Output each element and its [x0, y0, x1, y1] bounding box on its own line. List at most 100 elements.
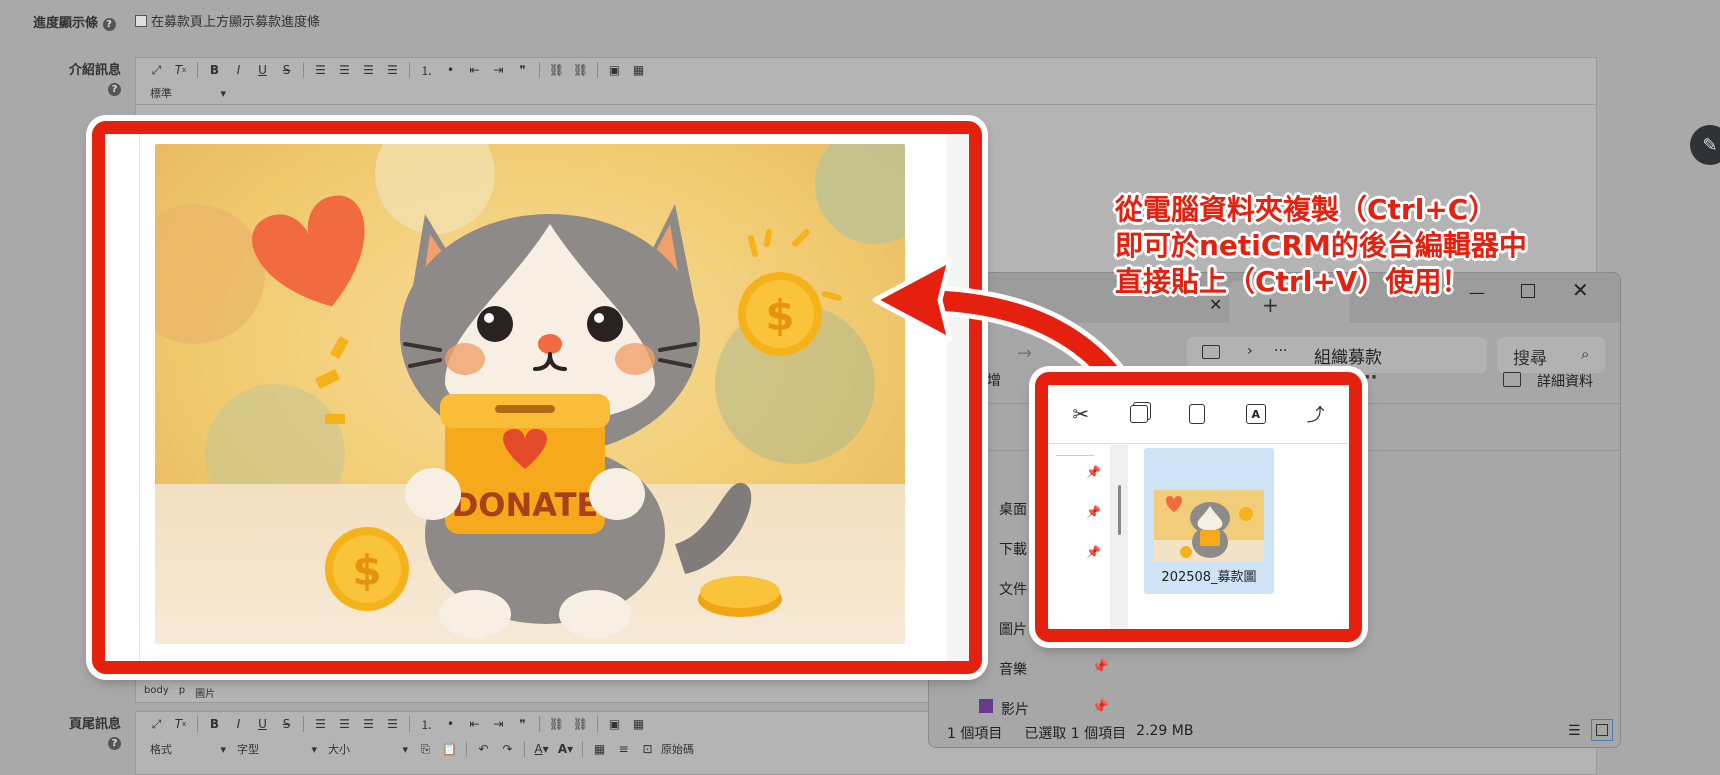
image-icon[interactable]: ▣ — [604, 714, 625, 734]
outdent-icon[interactable]: ⇤ — [464, 60, 485, 80]
align-left-icon[interactable]: ☰ — [310, 60, 331, 80]
magic-wand-icon[interactable]: ✎ — [1690, 125, 1720, 165]
indent-icon[interactable]: ⇥ — [488, 714, 509, 734]
copy-icon[interactable] — [1130, 405, 1149, 423]
italic-icon[interactable]: I — [228, 714, 249, 734]
footer-label: 頁尾訊息 ? — [65, 713, 121, 750]
file-item-selected[interactable]: 202508_募款圖 — [1144, 448, 1274, 594]
align-left-icon[interactable]: ☰ — [310, 714, 331, 734]
bold-icon[interactable]: B — [204, 60, 225, 80]
progress-checkbox[interactable] — [135, 14, 147, 27]
outdent-icon[interactable]: ⇤ — [464, 714, 485, 734]
italic-icon[interactable]: I — [228, 60, 249, 80]
media-icon[interactable]: ▦ — [628, 714, 649, 734]
annotation-line3: 直接貼上（Ctrl+V）使用！ — [1115, 265, 1470, 298]
text-color-icon[interactable]: A ▾ — [531, 739, 552, 759]
bold-icon[interactable]: B — [204, 714, 225, 734]
remove-format-icon[interactable]: Tx — [170, 714, 191, 734]
blockquote-icon[interactable]: ❞ — [512, 714, 533, 734]
breadcrumb-more[interactable]: ··· — [1274, 343, 1287, 359]
image-icon[interactable]: ▣ — [604, 60, 625, 80]
search-placeholder: 搜尋 — [1513, 349, 1547, 369]
coin-dollar: $ — [765, 291, 794, 340]
pin-icon[interactable]: 📌 — [1092, 659, 1109, 699]
indent-icon[interactable]: ⇥ — [488, 60, 509, 80]
hr-icon[interactable]: ≡ — [613, 739, 634, 759]
align-justify-icon[interactable]: ☰ — [382, 60, 403, 80]
details-pane-icon[interactable] — [1503, 372, 1521, 387]
search-box[interactable]: 搜尋 ⌕ — [1497, 337, 1605, 373]
progress-label: 進度顯示條 ? — [33, 12, 116, 31]
style-dropdown[interactable]: 標準 ▾ — [146, 84, 230, 102]
bullet-list-icon[interactable]: • — [440, 714, 461, 734]
align-center-icon[interactable]: ☰ — [334, 714, 355, 734]
editor-toolbar-row1: ⤢ Tx B I U S ☰ ☰ ☰ ☰ ⒈ • ⇤ ⇥ ❞ ⛓ ⛓ ▣ ▦ — [136, 58, 1596, 82]
align-justify-icon[interactable]: ☰ — [382, 714, 403, 734]
path-p[interactable]: p — [179, 685, 185, 700]
video-folder-icon — [979, 699, 993, 713]
size-dropdown[interactable]: 大小 ▾ — [324, 740, 412, 758]
format-dropdown[interactable]: 格式 ▾ — [146, 740, 230, 758]
maximize-icon[interactable]: ⤢ — [146, 60, 167, 80]
bullet-list-icon[interactable]: • — [440, 60, 461, 80]
maximize-icon[interactable]: ⤢ — [146, 714, 167, 734]
breadcrumb-chevron-icon: › — [1247, 343, 1253, 359]
redo-icon[interactable]: ↷ — [497, 739, 518, 759]
bg-color-icon[interactable]: A ▾ — [555, 739, 576, 759]
link-icon[interactable]: ⛓ — [546, 60, 567, 80]
copy-icon[interactable]: ⎘ — [415, 739, 436, 759]
list-view-icon[interactable]: ☰ — [1568, 723, 1581, 739]
font-dropdown-value: 字型 — [237, 743, 259, 756]
pin-icon[interactable]: 📌 — [1048, 505, 1110, 545]
paste-icon[interactable]: 📋 — [439, 739, 460, 759]
tile-view-icon[interactable] — [1591, 719, 1613, 741]
sidebar-item-music[interactable]: 音樂 📌 — [969, 659, 1109, 699]
intro-label: 介紹訊息 ? — [65, 59, 121, 96]
pin-icon[interactable]: 📌 — [1048, 465, 1110, 505]
numbered-list-icon[interactable]: ⒈ — [416, 60, 437, 80]
align-right-icon[interactable]: ☰ — [358, 60, 379, 80]
link-icon[interactable]: ⛓ — [546, 714, 567, 734]
pin-icon[interactable]: 📌 — [1048, 545, 1110, 585]
details-label[interactable]: 詳細資料 — [1537, 371, 1593, 391]
underline-icon[interactable]: U — [252, 60, 273, 80]
close-window-icon[interactable]: ✕ — [1572, 278, 1589, 302]
help-icon[interactable]: ? — [108, 737, 121, 750]
path-img[interactable]: 圖片 — [195, 685, 215, 700]
paste-icon[interactable] — [1188, 404, 1205, 424]
table-icon[interactable]: ▦ — [589, 739, 610, 759]
rename-icon[interactable]: A — [1245, 404, 1266, 424]
numbered-list-icon[interactable]: ⒈ — [416, 714, 437, 734]
intro-label-text: 介紹訊息 — [68, 63, 121, 78]
remove-format-icon[interactable]: Tx — [170, 60, 191, 80]
source-button-label[interactable]: 原始碼 — [661, 741, 694, 757]
unlink-icon[interactable]: ⛓ — [570, 714, 591, 734]
annotation-text: 從電腦資料夾複製（Ctrl+C） 即可於netiCRM的後台編輯器中 直接貼上（… — [1115, 192, 1527, 300]
file-name[interactable]: 202508_募款圖 — [1144, 566, 1274, 585]
annotation-line2: 即可於netiCRM的後台編輯器中 — [1115, 229, 1527, 262]
align-center-icon[interactable]: ☰ — [334, 60, 355, 80]
help-icon[interactable]: ? — [102, 18, 116, 31]
strike-icon[interactable]: S — [276, 60, 297, 80]
donate-box-text: DONATE — [452, 486, 599, 524]
status-size: 2.29 MB — [1136, 723, 1194, 739]
strike-icon[interactable]: S — [276, 714, 297, 734]
share-icon[interactable]: ⤴ — [1307, 401, 1325, 427]
font-dropdown[interactable]: 字型 ▾ — [233, 740, 321, 758]
media-icon[interactable]: ▦ — [628, 60, 649, 80]
source-icon[interactable]: ⊡ — [637, 739, 658, 759]
help-icon[interactable]: ? — [108, 83, 121, 96]
donate-cat-image[interactable]: $ $ DONATE — [155, 144, 905, 644]
align-right-icon[interactable]: ☰ — [358, 714, 379, 734]
file-thumbnail — [1154, 490, 1264, 562]
unlink-icon[interactable]: ⛓ — [570, 60, 591, 80]
undo-icon[interactable]: ↶ — [473, 739, 494, 759]
status-selected: 已選取 1 個項目 — [1024, 726, 1127, 742]
blockquote-icon[interactable]: ❞ — [512, 60, 533, 80]
cut-icon[interactable]: ✂ — [1072, 402, 1089, 426]
toolbar-divider — [136, 104, 1596, 105]
path-body[interactable]: body — [144, 685, 169, 700]
breadcrumb-current[interactable]: 組織募款 — [1314, 343, 1382, 368]
underline-icon[interactable]: U — [252, 714, 273, 734]
sidebar-scrollbar[interactable] — [1110, 445, 1128, 629]
